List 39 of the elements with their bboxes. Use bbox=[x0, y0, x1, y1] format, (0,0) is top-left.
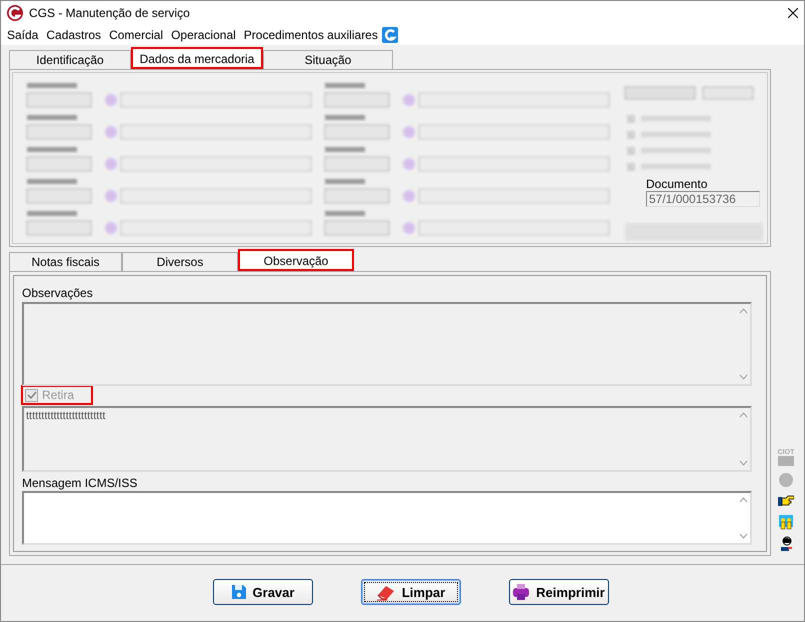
print-button[interactable]: Reimprimir bbox=[508, 579, 608, 605]
tab[interactable]: Situação bbox=[263, 50, 393, 69]
tab[interactable]: Identificação bbox=[9, 50, 131, 69]
scroll-down-icon[interactable] bbox=[739, 374, 748, 380]
scroll-up-icon[interactable] bbox=[739, 412, 748, 418]
checkmark-icon bbox=[26, 390, 37, 400]
scroll-down-icon[interactable] bbox=[739, 460, 748, 466]
window-title: CGS - Manutenção de serviço bbox=[29, 6, 191, 20]
eraser-icon bbox=[376, 583, 396, 601]
tab[interactable]: Dados da mercadoria bbox=[131, 47, 263, 69]
observations-field[interactable] bbox=[22, 302, 752, 386]
app-logo-icon[interactable] bbox=[382, 26, 398, 42]
menu-item[interactable]: Comercial bbox=[105, 28, 168, 42]
printer-icon bbox=[512, 583, 530, 601]
document-field[interactable]: 57/1/000153736 bbox=[646, 191, 760, 207]
menu-item[interactable]: Procedimentos auxiliares bbox=[240, 28, 382, 42]
scroll-up-icon[interactable] bbox=[739, 497, 748, 503]
app-logo-icon bbox=[7, 4, 23, 20]
close-icon[interactable] bbox=[788, 8, 798, 18]
menu-item[interactable]: Operacional bbox=[167, 28, 240, 42]
field-label: Observações bbox=[22, 286, 94, 300]
message-field[interactable] bbox=[22, 491, 752, 545]
tab[interactable]: Diversos bbox=[122, 252, 238, 271]
scroll-down-icon[interactable] bbox=[739, 533, 748, 539]
people-icon[interactable] bbox=[778, 514, 794, 530]
menu-item[interactable]: Saída bbox=[3, 28, 42, 42]
tab[interactable]: Observação bbox=[238, 249, 354, 271]
circle-icon[interactable] bbox=[778, 472, 794, 488]
erase-button[interactable]: Limpar bbox=[360, 579, 460, 605]
menu-item[interactable]: Cadastros bbox=[42, 28, 106, 42]
field-label: Documento bbox=[646, 177, 708, 191]
pointing-hand-icon[interactable] bbox=[778, 494, 794, 508]
field-label: Mensagem ICMS/ISS bbox=[22, 476, 138, 490]
tab[interactable]: Notas fiscais bbox=[9, 252, 122, 271]
text-area-field[interactable]: tttttttttttttttttttttttttt bbox=[22, 406, 752, 472]
scroll-up-icon[interactable] bbox=[739, 308, 748, 314]
save-button[interactable]: Gravar bbox=[212, 579, 312, 605]
ciot-icon[interactable] bbox=[778, 456, 794, 466]
person-icon[interactable] bbox=[778, 536, 794, 552]
